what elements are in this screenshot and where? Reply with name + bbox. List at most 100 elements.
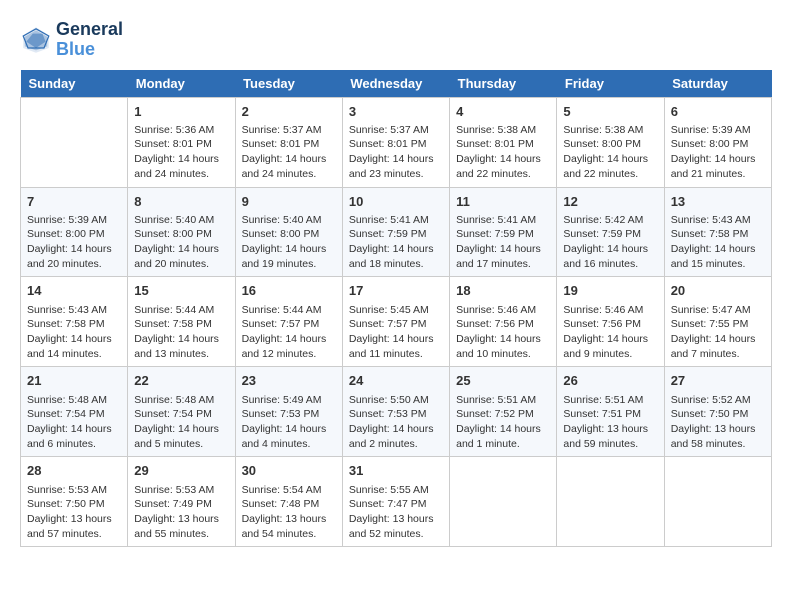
day-cell: 3 Sunrise: 5:37 AM Sunset: 8:01 PM Daylig… xyxy=(342,97,449,187)
day-cell: 30 Sunrise: 5:54 AM Sunset: 7:48 PM Dayli… xyxy=(235,457,342,547)
day-number: 11 xyxy=(456,193,550,211)
day-cell: 7 Sunrise: 5:39 AM Sunset: 8:00 PM Daylig… xyxy=(21,187,128,277)
day-info: Sunrise: 5:38 AM Sunset: 8:01 PM Dayligh… xyxy=(456,123,550,182)
day-cell: 29 Sunrise: 5:53 AM Sunset: 7:49 PM Dayli… xyxy=(128,457,235,547)
day-number: 5 xyxy=(563,103,657,121)
day-info: Sunrise: 5:40 AM Sunset: 8:00 PM Dayligh… xyxy=(134,213,228,272)
page-header: GeneralBlue xyxy=(20,20,772,60)
day-cell: 26 Sunrise: 5:51 AM Sunset: 7:51 PM Dayli… xyxy=(557,367,664,457)
header-cell-tuesday: Tuesday xyxy=(235,70,342,98)
day-cell: 19 Sunrise: 5:46 AM Sunset: 7:56 PM Dayli… xyxy=(557,277,664,367)
day-info: Sunrise: 5:45 AM Sunset: 7:57 PM Dayligh… xyxy=(349,303,443,362)
day-cell: 6 Sunrise: 5:39 AM Sunset: 8:00 PM Daylig… xyxy=(664,97,771,187)
day-number: 19 xyxy=(563,282,657,300)
day-cell: 21Sunrise: 5:48 AM Sunset: 7:54 PM Dayli… xyxy=(21,367,128,457)
day-info: Sunrise: 5:53 AM Sunset: 7:50 PM Dayligh… xyxy=(27,483,121,542)
day-number: 22 xyxy=(134,372,228,390)
day-cell: 16 Sunrise: 5:44 AM Sunset: 7:57 PM Dayli… xyxy=(235,277,342,367)
day-number: 4 xyxy=(456,103,550,121)
day-cell: 31 Sunrise: 5:55 AM Sunset: 7:47 PM Dayli… xyxy=(342,457,449,547)
day-info: Sunrise: 5:50 AM Sunset: 7:53 PM Dayligh… xyxy=(349,393,443,452)
day-number: 26 xyxy=(563,372,657,390)
day-number: 27 xyxy=(671,372,765,390)
day-info: Sunrise: 5:41 AM Sunset: 7:59 PM Dayligh… xyxy=(456,213,550,272)
calendar-table: SundayMondayTuesdayWednesdayThursdayFrid… xyxy=(20,70,772,548)
day-info: Sunrise: 5:42 AM Sunset: 7:59 PM Dayligh… xyxy=(563,213,657,272)
week-row-3: 14 Sunrise: 5:43 AM Sunset: 7:58 PM Dayli… xyxy=(21,277,772,367)
day-cell xyxy=(450,457,557,547)
day-number: 9 xyxy=(242,193,336,211)
week-row-1: 1Sunrise: 5:36 AM Sunset: 8:01 PM Daylig… xyxy=(21,97,772,187)
header-row: SundayMondayTuesdayWednesdayThursdayFrid… xyxy=(21,70,772,98)
day-cell: 5Sunrise: 5:38 AM Sunset: 8:00 PM Daylig… xyxy=(557,97,664,187)
day-number: 8 xyxy=(134,193,228,211)
day-info: Sunrise: 5:43 AM Sunset: 7:58 PM Dayligh… xyxy=(671,213,765,272)
day-info: Sunrise: 5:49 AM Sunset: 7:53 PM Dayligh… xyxy=(242,393,336,452)
day-cell: 17 Sunrise: 5:45 AM Sunset: 7:57 PM Dayli… xyxy=(342,277,449,367)
day-cell: 11 Sunrise: 5:41 AM Sunset: 7:59 PM Dayli… xyxy=(450,187,557,277)
day-info: Sunrise: 5:54 AM Sunset: 7:48 PM Dayligh… xyxy=(242,483,336,542)
day-cell: 12 Sunrise: 5:42 AM Sunset: 7:59 PM Dayli… xyxy=(557,187,664,277)
day-cell: 9 Sunrise: 5:40 AM Sunset: 8:00 PM Daylig… xyxy=(235,187,342,277)
day-cell: 13 Sunrise: 5:43 AM Sunset: 7:58 PM Dayli… xyxy=(664,187,771,277)
day-cell xyxy=(664,457,771,547)
day-cell: 27 Sunrise: 5:52 AM Sunset: 7:50 PM Dayli… xyxy=(664,367,771,457)
day-cell: 2 Sunrise: 5:37 AM Sunset: 8:01 PM Daylig… xyxy=(235,97,342,187)
day-info: Sunrise: 5:48 AM Sunset: 7:54 PM Dayligh… xyxy=(134,393,228,452)
day-number: 14 xyxy=(27,282,121,300)
day-number: 6 xyxy=(671,103,765,121)
day-number: 16 xyxy=(242,282,336,300)
logo-text: GeneralBlue xyxy=(56,20,123,60)
day-info: Sunrise: 5:51 AM Sunset: 7:51 PM Dayligh… xyxy=(563,393,657,452)
day-cell xyxy=(557,457,664,547)
day-number: 3 xyxy=(349,103,443,121)
day-info: Sunrise: 5:48 AM Sunset: 7:54 PM Dayligh… xyxy=(27,393,121,452)
day-number: 31 xyxy=(349,462,443,480)
day-info: Sunrise: 5:39 AM Sunset: 8:00 PM Dayligh… xyxy=(671,123,765,182)
day-number: 1 xyxy=(134,103,228,121)
day-info: Sunrise: 5:55 AM Sunset: 7:47 PM Dayligh… xyxy=(349,483,443,542)
day-number: 18 xyxy=(456,282,550,300)
day-info: Sunrise: 5:39 AM Sunset: 8:00 PM Dayligh… xyxy=(27,213,121,272)
day-number: 13 xyxy=(671,193,765,211)
day-number: 7 xyxy=(27,193,121,211)
day-info: Sunrise: 5:52 AM Sunset: 7:50 PM Dayligh… xyxy=(671,393,765,452)
week-row-4: 21Sunrise: 5:48 AM Sunset: 7:54 PM Dayli… xyxy=(21,367,772,457)
day-number: 12 xyxy=(563,193,657,211)
header-cell-saturday: Saturday xyxy=(664,70,771,98)
day-number: 29 xyxy=(134,462,228,480)
day-number: 15 xyxy=(134,282,228,300)
day-info: Sunrise: 5:53 AM Sunset: 7:49 PM Dayligh… xyxy=(134,483,228,542)
day-cell: 22 Sunrise: 5:48 AM Sunset: 7:54 PM Dayli… xyxy=(128,367,235,457)
day-cell: 18Sunrise: 5:46 AM Sunset: 7:56 PM Dayli… xyxy=(450,277,557,367)
day-number: 30 xyxy=(242,462,336,480)
calendar-header: SundayMondayTuesdayWednesdayThursdayFrid… xyxy=(21,70,772,98)
day-info: Sunrise: 5:44 AM Sunset: 7:58 PM Dayligh… xyxy=(134,303,228,362)
day-number: 20 xyxy=(671,282,765,300)
day-info: Sunrise: 5:41 AM Sunset: 7:59 PM Dayligh… xyxy=(349,213,443,272)
day-cell: 10 Sunrise: 5:41 AM Sunset: 7:59 PM Dayli… xyxy=(342,187,449,277)
day-number: 2 xyxy=(242,103,336,121)
header-cell-sunday: Sunday xyxy=(21,70,128,98)
day-number: 17 xyxy=(349,282,443,300)
day-cell: 14 Sunrise: 5:43 AM Sunset: 7:58 PM Dayli… xyxy=(21,277,128,367)
day-number: 24 xyxy=(349,372,443,390)
day-info: Sunrise: 5:43 AM Sunset: 7:58 PM Dayligh… xyxy=(27,303,121,362)
day-number: 25 xyxy=(456,372,550,390)
day-number: 28 xyxy=(27,462,121,480)
day-info: Sunrise: 5:51 AM Sunset: 7:52 PM Dayligh… xyxy=(456,393,550,452)
day-cell: 25 Sunrise: 5:51 AM Sunset: 7:52 PM Dayli… xyxy=(450,367,557,457)
day-cell: 28 Sunrise: 5:53 AM Sunset: 7:50 PM Dayli… xyxy=(21,457,128,547)
day-number: 10 xyxy=(349,193,443,211)
day-cell: 1Sunrise: 5:36 AM Sunset: 8:01 PM Daylig… xyxy=(128,97,235,187)
header-cell-thursday: Thursday xyxy=(450,70,557,98)
day-info: Sunrise: 5:44 AM Sunset: 7:57 PM Dayligh… xyxy=(242,303,336,362)
day-cell: 8 Sunrise: 5:40 AM Sunset: 8:00 PM Daylig… xyxy=(128,187,235,277)
week-row-2: 7 Sunrise: 5:39 AM Sunset: 8:00 PM Daylig… xyxy=(21,187,772,277)
day-info: Sunrise: 5:37 AM Sunset: 8:01 PM Dayligh… xyxy=(242,123,336,182)
day-info: Sunrise: 5:46 AM Sunset: 7:56 PM Dayligh… xyxy=(563,303,657,362)
day-info: Sunrise: 5:40 AM Sunset: 8:00 PM Dayligh… xyxy=(242,213,336,272)
day-info: Sunrise: 5:37 AM Sunset: 8:01 PM Dayligh… xyxy=(349,123,443,182)
day-cell: 24 Sunrise: 5:50 AM Sunset: 7:53 PM Dayli… xyxy=(342,367,449,457)
logo: GeneralBlue xyxy=(20,20,123,60)
